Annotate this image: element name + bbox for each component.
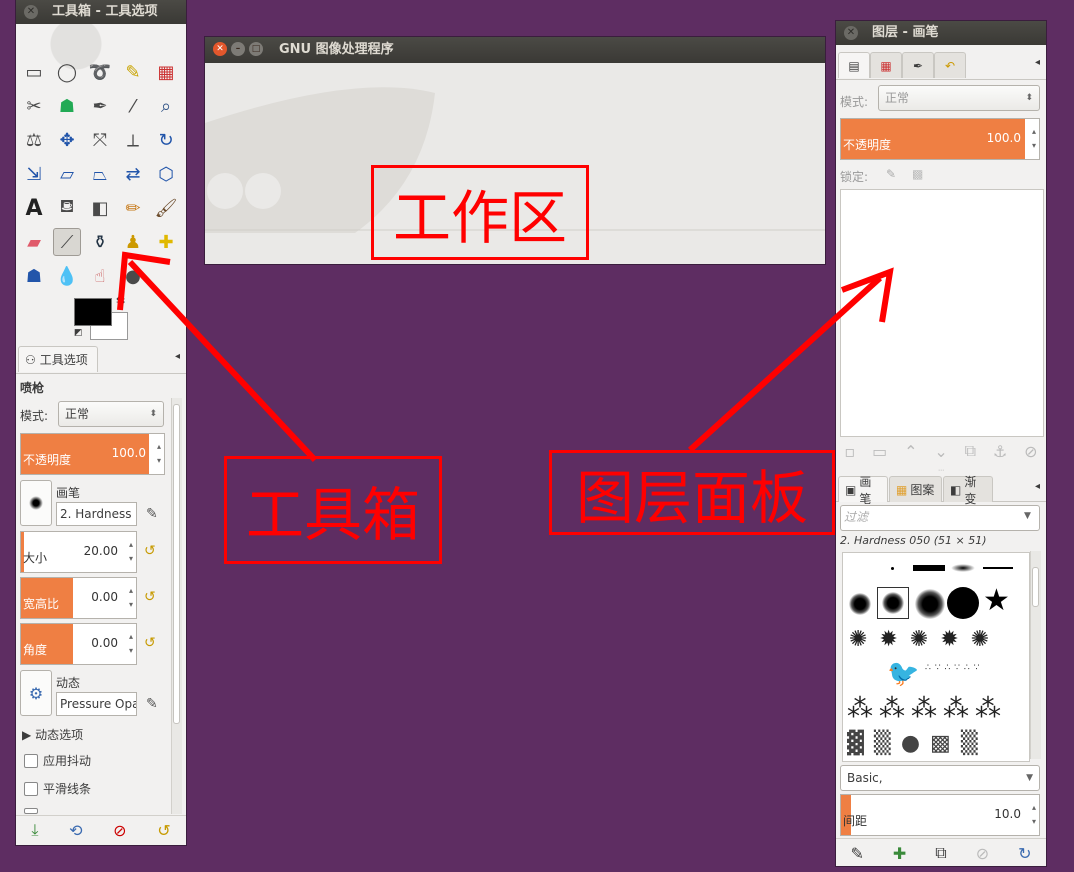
workspace-annotation: 工作区 [371,165,589,260]
annotation-arrows [117,251,894,463]
layers-panel-annotation: 图层面板 [549,450,835,535]
foreground-color-swatch-top[interactable] [74,298,112,326]
toolbox-annotation: 工具箱 [224,456,442,564]
